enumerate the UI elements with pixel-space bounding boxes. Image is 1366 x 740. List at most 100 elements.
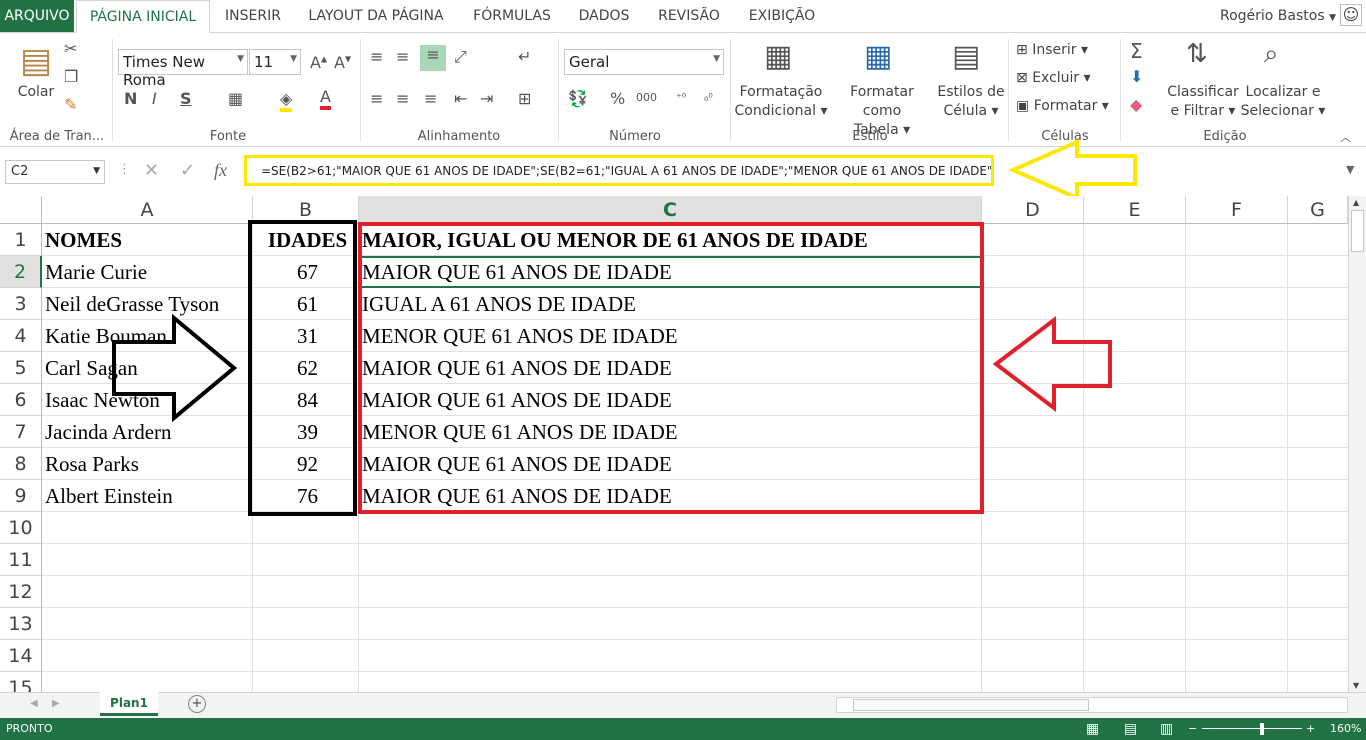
sort-filter-icon[interactable]: ⇅ [1186, 39, 1208, 69]
add-sheet-icon[interactable]: + [188, 695, 206, 713]
formula-input[interactable]: =SE(B2>61;"MAIOR QUE 61 ANOS DE IDADE";S… [244, 155, 994, 186]
cell-name[interactable]: Rosa Parks [42, 448, 253, 480]
scroll-up-icon[interactable]: ▲ [1353, 198, 1359, 207]
row-header-3[interactable]: 3 [0, 288, 42, 320]
paste-button[interactable]: Colar [14, 83, 58, 102]
enter-icon[interactable]: ✓ [180, 160, 195, 181]
increase-font-icon[interactable]: A▲ [310, 53, 327, 72]
page-break-icon[interactable]: ▥ [1160, 718, 1173, 740]
delete-cells-button[interactable]: ⊠ Excluir ▾ [1016, 69, 1091, 88]
col-header-d[interactable]: D [982, 196, 1084, 224]
copy-icon[interactable]: ❐ [64, 67, 78, 86]
expand-formula-icon[interactable]: ▼ [1346, 163, 1354, 176]
format-painter-icon[interactable]: ✎ [64, 95, 77, 114]
user-account[interactable]: Rogério Bastos ▼ [1220, 0, 1336, 34]
align-right-icon[interactable]: ≡ [424, 89, 437, 108]
accounting-icon[interactable]: 💱 [568, 89, 588, 108]
row-header-6[interactable]: 6 [0, 384, 42, 416]
cell-styles-button[interactable]: Estilos de Célula ▾ [936, 83, 1006, 121]
format-as-table-icon[interactable]: ▦ [864, 39, 892, 74]
comma-style-icon[interactable]: 000 [636, 91, 657, 104]
col-header-f[interactable]: F [1186, 196, 1288, 224]
tab-inserir[interactable]: INSERIR [216, 0, 290, 32]
vertical-scrollbar[interactable]: ▲ ▼ [1348, 196, 1366, 692]
tab-layout[interactable]: LAYOUT DA PÁGINA [298, 0, 454, 32]
tab-dados[interactable]: DADOS [570, 0, 638, 32]
row-header-4[interactable]: 4 [0, 320, 42, 352]
col-header-c[interactable]: C [359, 196, 982, 224]
align-middle-icon[interactable]: ≡ [396, 47, 409, 66]
row-header-2[interactable]: 2 [0, 256, 42, 288]
autosum-icon[interactable]: Σ [1130, 39, 1143, 63]
scroll-down-icon[interactable]: ▼ [1353, 681, 1359, 690]
sheet-tab-plan1[interactable]: Plan1 [100, 692, 158, 716]
font-name-select[interactable]: Times New Roma ▼ [118, 49, 248, 89]
select-all-corner[interactable] [0, 196, 42, 224]
borders-icon[interactable]: ▦ [228, 89, 243, 108]
cell-a1-header[interactable]: NOMES [42, 224, 253, 256]
row-header-14[interactable]: 14 [0, 640, 42, 672]
binoculars-icon[interactable]: ⌕ [1264, 39, 1279, 70]
tab-revisao[interactable]: REVISÃO [648, 0, 730, 32]
collapse-ribbon-icon[interactable]: ︿ [1340, 129, 1351, 145]
conditional-formatting-button[interactable]: Formatação Condicional ▾ [734, 83, 828, 121]
cell-name[interactable]: Marie Curie [42, 256, 253, 288]
font-size-select[interactable]: 11 ▼ [249, 49, 301, 75]
zoom-slider-thumb[interactable] [1260, 723, 1264, 735]
row-header-8[interactable]: 8 [0, 448, 42, 480]
ribbon-minimize-icon[interactable]: ☺ [1340, 4, 1362, 26]
align-top-icon[interactable]: ≡ [370, 47, 383, 66]
increase-indent-icon[interactable]: ⇥ [480, 89, 493, 108]
zoom-level[interactable]: 160% [1330, 718, 1361, 740]
col-header-a[interactable]: A [42, 196, 253, 224]
insert-function-icon[interactable]: fx [214, 160, 227, 181]
font-color-icon[interactable]: A [320, 87, 331, 110]
bold-icon[interactable]: N [124, 89, 137, 108]
italic-icon[interactable]: I [152, 89, 157, 108]
cancel-icon[interactable]: ✕ [144, 160, 159, 181]
insert-cells-button[interactable]: ⊞ Inserir ▾ [1016, 41, 1088, 60]
clear-icon[interactable]: ◆ [1130, 95, 1142, 114]
fill-icon[interactable]: ⬇ [1130, 67, 1143, 86]
page-layout-icon[interactable]: ▤ [1124, 718, 1137, 740]
tab-arquivo[interactable]: ARQUIVO [0, 0, 74, 32]
wrap-text-icon[interactable]: ↵ [518, 47, 531, 66]
underline-icon[interactable]: S [180, 89, 192, 108]
cell-styles-icon[interactable]: ▤ [952, 39, 980, 74]
align-center-icon[interactable]: ≡ [396, 89, 409, 108]
decrease-font-icon[interactable]: A▼ [334, 53, 351, 72]
row-header-13[interactable]: 13 [0, 608, 42, 640]
prev-sheet-icon[interactable]: ◀ [30, 698, 38, 709]
row-header-5[interactable]: 5 [0, 352, 42, 384]
row-header-12[interactable]: 12 [0, 576, 42, 608]
zoom-slider[interactable] [1202, 728, 1302, 729]
col-header-g[interactable]: G [1288, 196, 1348, 224]
number-format-select[interactable]: Geral ▼ [564, 49, 724, 75]
tab-formulas[interactable]: FÓRMULAS [462, 0, 562, 32]
normal-view-icon[interactable]: ▦ [1086, 718, 1099, 740]
conditional-formatting-icon[interactable]: ▦ [764, 39, 792, 74]
decrease-indent-icon[interactable]: ⇤ [454, 89, 467, 108]
paste-icon[interactable]: ▤ [18, 41, 54, 81]
tab-pagina-inicial[interactable]: PÁGINA INICIAL [76, 0, 210, 33]
increase-decimal-icon[interactable]: ⁺⁰ [676, 91, 686, 104]
orientation-icon[interactable]: ⤢ [454, 47, 467, 67]
cut-icon[interactable]: ✂ [64, 39, 77, 58]
zoom-in-icon[interactable]: + [1306, 718, 1315, 740]
name-box[interactable]: C2 ▼ [5, 160, 105, 184]
row-header-7[interactable]: 7 [0, 416, 42, 448]
tab-exibicao[interactable]: EXIBIÇÃO [740, 0, 824, 32]
next-sheet-icon[interactable]: ▶ [52, 698, 60, 709]
cell-name[interactable]: Albert Einstein [42, 480, 253, 512]
col-header-e[interactable]: E [1084, 196, 1186, 224]
merge-center-icon[interactable]: ⊞ [518, 89, 531, 108]
horizontal-scroll-thumb[interactable] [853, 699, 1089, 711]
sort-filter-button[interactable]: Classificar e Filtrar ▾ [1166, 83, 1240, 121]
percent-icon[interactable]: % [610, 89, 625, 108]
format-cells-button[interactable]: ▣ Formatar ▾ [1016, 97, 1109, 116]
row-header-10[interactable]: 10 [0, 512, 42, 544]
fill-color-icon[interactable]: ◈ [280, 89, 293, 112]
horizontal-scrollbar[interactable] [836, 697, 1348, 713]
align-bottom-icon[interactable]: ≡ [420, 45, 446, 71]
vertical-scroll-thumb[interactable] [1351, 210, 1364, 252]
